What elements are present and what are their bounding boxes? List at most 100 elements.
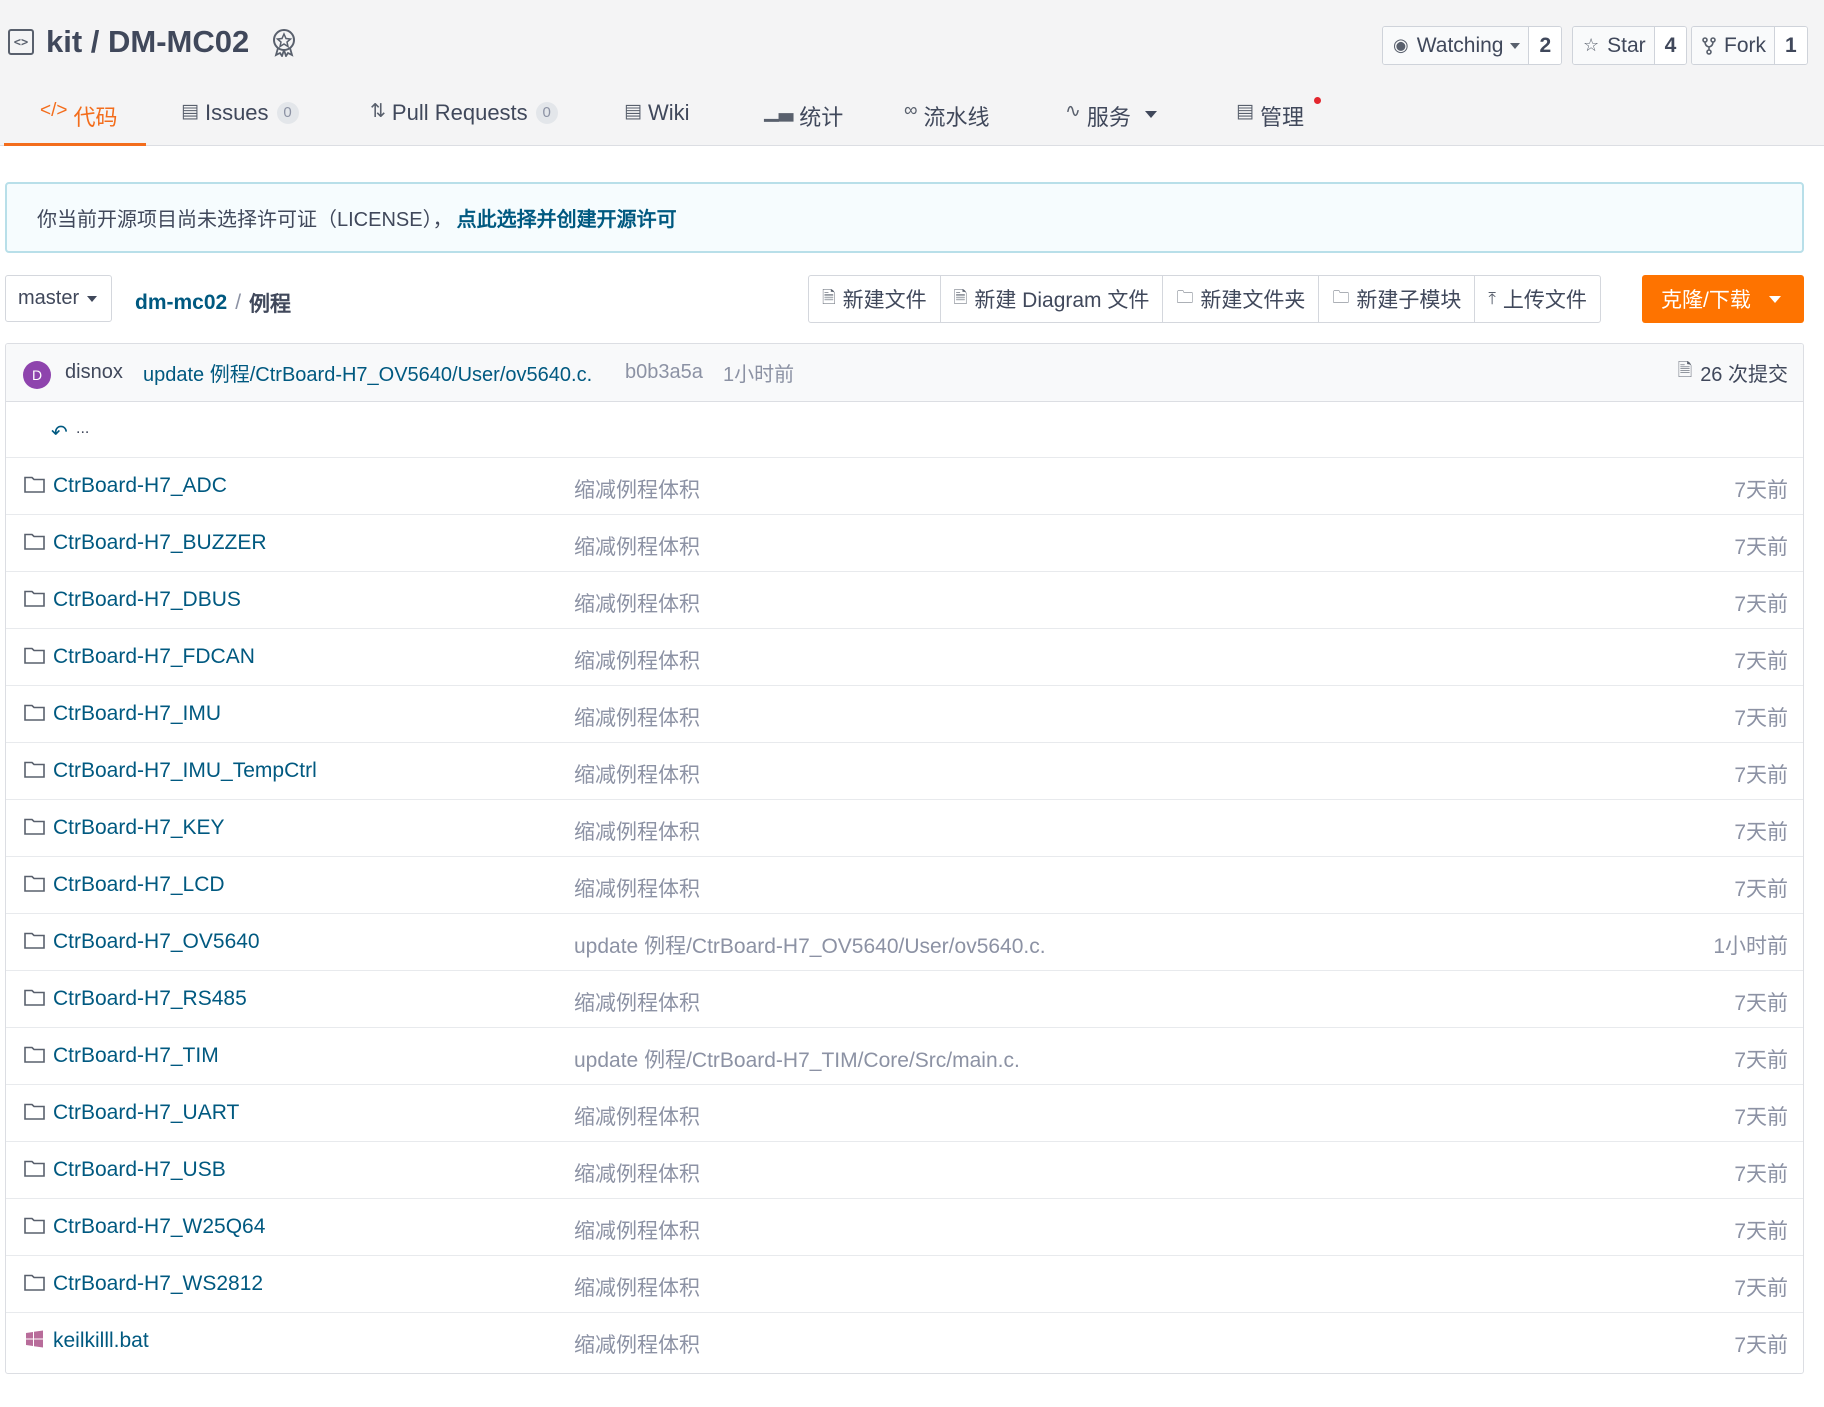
file-rows: CtrBoard-H7_ADC 缩减例程体积 7天前 CtrBoard-H7_BUZZ… xyxy=(6,458,1803,1370)
table-row[interactable]: CtrBoard-H7_OV5640 update 例程/CtrBoard-H7_… xyxy=(6,914,1803,971)
fork-button[interactable]: Fork xyxy=(1692,27,1774,64)
new-folder-button[interactable]: 🗀 新建文件夹 xyxy=(1163,276,1320,322)
repo-nav-tabs: </> 代码 ▤ Issues 0 ⇅ Pull Requests 0 ▤ Wi… xyxy=(4,90,1824,146)
file-commit-message[interactable]: 缩减例程体积 xyxy=(574,588,700,618)
file-actions: 🗎 新建文件 🗎 新建 Diagram 文件 🗀 新建文件夹 🗀 新建子模块 ⤒… xyxy=(808,275,1601,323)
file-commit-message[interactable]: 缩减例程体积 xyxy=(574,1272,700,1302)
tab-pipeline[interactable]: ∞ 流水线 xyxy=(904,90,990,146)
file-commit-message[interactable]: 缩减例程体积 xyxy=(574,759,700,789)
table-row[interactable]: CtrBoard-H7_W25Q64 缩减例程体积 7天前 xyxy=(6,1199,1803,1256)
clone-download-button[interactable]: 克隆/下载 xyxy=(1642,275,1804,323)
file-name-link[interactable]: CtrBoard-H7_FDCAN xyxy=(53,645,255,669)
file-commit-message[interactable]: 缩减例程体积 xyxy=(574,1158,700,1188)
parent-directory-row[interactable]: ↶ ... xyxy=(6,402,1803,458)
commit-author[interactable]: disnox xyxy=(65,361,123,384)
file-name-link[interactable]: CtrBoard-H7_RS485 xyxy=(53,987,247,1011)
commit-count: 26 次提交 xyxy=(1700,364,1788,386)
file-name-link[interactable]: CtrBoard-H7_IMU xyxy=(53,702,221,726)
commit-count-link[interactable]: 🗎 26 次提交 xyxy=(1678,358,1788,388)
file-commit-message[interactable]: 缩减例程体积 xyxy=(574,1215,700,1245)
watch-button[interactable]: ◉ Watching xyxy=(1383,27,1529,64)
folder-icon xyxy=(24,932,45,949)
file-commit-message[interactable]: 缩减例程体积 xyxy=(574,987,700,1017)
license-notice-text: 你当前开源项目尚未选择许可证（LICENSE）， xyxy=(37,209,453,231)
table-row[interactable]: CtrBoard-H7_TIM update 例程/CtrBoard-H7_TIM… xyxy=(6,1028,1803,1085)
file-commit-message[interactable]: 缩减例程体积 xyxy=(574,816,700,846)
breadcrumb-repo-link[interactable]: dm-mc02 xyxy=(135,291,227,315)
tab-manage[interactable]: ▤ 管理 xyxy=(1236,90,1321,146)
file-commit-message[interactable]: update 例程/CtrBoard-H7_TIM/Core/Src/main.… xyxy=(574,1044,1020,1074)
new-file-label: 新建文件 xyxy=(842,289,927,312)
repo-code-icon: <> xyxy=(8,29,34,55)
file-name-link[interactable]: CtrBoard-H7_ADC xyxy=(53,474,227,498)
file-name-link[interactable]: CtrBoard-H7_BUZZER xyxy=(53,531,267,555)
folder-icon xyxy=(24,875,45,892)
branch-select[interactable]: master xyxy=(5,275,112,322)
table-row[interactable]: CtrBoard-H7_IMU 缩减例程体积 7天前 xyxy=(6,686,1803,743)
file-commit-message[interactable]: 缩减例程体积 xyxy=(574,1101,700,1131)
file-name-link[interactable]: CtrBoard-H7_IMU_TempCtrl xyxy=(53,759,317,783)
file-commit-message[interactable]: 缩减例程体积 xyxy=(574,702,700,732)
tab-code[interactable]: </> 代码 xyxy=(4,90,146,146)
table-row[interactable]: CtrBoard-H7_BUZZER 缩减例程体积 7天前 xyxy=(6,515,1803,572)
table-row[interactable]: CtrBoard-H7_RS485 缩减例程体积 7天前 xyxy=(6,971,1803,1028)
file-name-link[interactable]: CtrBoard-H7_DBUS xyxy=(53,588,241,612)
file-name-link[interactable]: CtrBoard-H7_KEY xyxy=(53,816,225,840)
table-row[interactable]: CtrBoard-H7_KEY 缩减例程体积 7天前 xyxy=(6,800,1803,857)
star-count[interactable]: 4 xyxy=(1653,27,1687,64)
star-button[interactable]: ☆ Star xyxy=(1573,27,1654,64)
new-diagram-button[interactable]: 🗎 新建 Diagram 文件 xyxy=(941,276,1164,322)
folder-icon xyxy=(24,761,45,778)
file-name-link[interactable]: keilkilll.bat xyxy=(53,1329,149,1353)
table-row[interactable]: CtrBoard-H7_LCD 缩减例程体积 7天前 xyxy=(6,857,1803,914)
repo-name[interactable]: kit / DM-MC02 xyxy=(46,24,249,60)
tab-pull-requests[interactable]: ⇅ Pull Requests 0 xyxy=(370,90,558,146)
file-name-link[interactable]: CtrBoard-H7_WS2812 xyxy=(53,1272,263,1296)
tab-issues-label: Issues xyxy=(204,100,269,125)
new-submodule-button[interactable]: 🗀 新建子模块 xyxy=(1319,276,1476,322)
file-name-link[interactable]: CtrBoard-H7_LCD xyxy=(53,873,225,897)
folder-icon xyxy=(24,476,45,493)
create-license-link[interactable]: 点此选择并创建开源许可 xyxy=(457,203,677,232)
file-commit-message[interactable]: 缩减例程体积 xyxy=(574,1329,700,1359)
table-row[interactable]: CtrBoard-H7_WS2812 缩减例程体积 7天前 xyxy=(6,1256,1803,1313)
file-name-link[interactable]: CtrBoard-H7_W25Q64 xyxy=(53,1215,265,1239)
table-row[interactable]: CtrBoard-H7_ADC 缩减例程体积 7天前 xyxy=(6,458,1803,515)
file-commit-time: 7天前 xyxy=(1734,1106,1788,1129)
file-name-link[interactable]: CtrBoard-H7_TIM xyxy=(53,1044,219,1068)
watch-group: ◉ Watching 2 xyxy=(1382,26,1563,65)
new-diagram-icon: 🗎 xyxy=(953,287,968,307)
file-name-link[interactable]: CtrBoard-H7_OV5640 xyxy=(53,930,260,954)
table-row[interactable]: keilkilll.bat 缩减例程体积 7天前 xyxy=(6,1313,1803,1370)
file-commit-time: 1小时前 xyxy=(1713,935,1788,958)
watch-count[interactable]: 2 xyxy=(1528,27,1562,64)
table-row[interactable]: CtrBoard-H7_DBUS 缩减例程体积 7天前 xyxy=(6,572,1803,629)
fork-count[interactable]: 1 xyxy=(1774,27,1807,64)
avatar[interactable]: D xyxy=(23,361,51,389)
file-commit-time: 7天前 xyxy=(1734,650,1788,673)
tab-stats[interactable]: ▁▃ 统计 xyxy=(764,90,843,146)
file-commit-message[interactable]: 缩减例程体积 xyxy=(574,474,700,504)
notification-dot xyxy=(1314,97,1321,104)
file-name-link[interactable]: CtrBoard-H7_USB xyxy=(53,1158,226,1182)
tab-services[interactable]: ∿ 服务 xyxy=(1065,90,1157,146)
tab-wiki[interactable]: ▤ Wiki xyxy=(624,90,690,146)
file-commit-message[interactable]: 缩减例程体积 xyxy=(574,645,700,675)
parent-directory-link[interactable]: ... xyxy=(76,420,89,438)
file-commit-message[interactable]: update 例程/CtrBoard-H7_OV5640/User/ov5640… xyxy=(574,930,1046,960)
table-row[interactable]: CtrBoard-H7_USB 缩减例程体积 7天前 xyxy=(6,1142,1803,1199)
commit-message[interactable]: update 例程/CtrBoard-H7_OV5640/User/ov5640… xyxy=(143,358,592,387)
tab-pull-requests-label: Pull Requests xyxy=(391,100,528,125)
commit-sha[interactable]: b0b3a5a xyxy=(625,361,703,384)
upload-file-button[interactable]: ⤒ 上传文件 xyxy=(1475,276,1600,322)
table-row[interactable]: CtrBoard-H7_FDCAN 缩减例程体积 7天前 xyxy=(6,629,1803,686)
file-name-link[interactable]: CtrBoard-H7_UART xyxy=(53,1101,239,1125)
folder-icon xyxy=(24,1217,45,1234)
table-row[interactable]: CtrBoard-H7_IMU_TempCtrl 缩减例程体积 7天前 xyxy=(6,743,1803,800)
file-commit-message[interactable]: 缩减例程体积 xyxy=(574,873,700,903)
tab-issues[interactable]: ▤ Issues 0 xyxy=(181,90,299,146)
new-file-button[interactable]: 🗎 新建文件 xyxy=(809,276,941,322)
file-commit-message[interactable]: 缩减例程体积 xyxy=(574,531,700,561)
manage-icon: ▤ xyxy=(1236,101,1254,122)
table-row[interactable]: CtrBoard-H7_UART 缩减例程体积 7天前 xyxy=(6,1085,1803,1142)
